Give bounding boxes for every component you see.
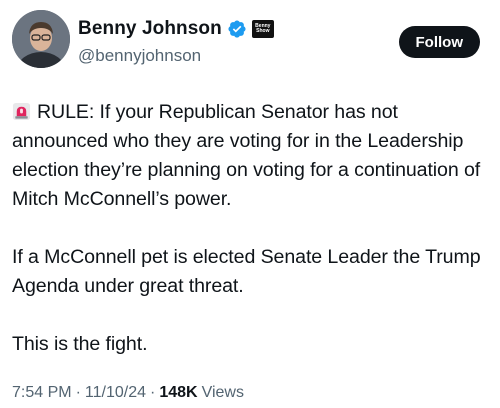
verified-badge-icon [228, 20, 246, 38]
user-handle[interactable]: @bennyjohnson [78, 46, 201, 66]
avatar[interactable] [12, 10, 70, 68]
meta-separator: · [75, 384, 81, 401]
tweet-paragraph-2: If a McConnell pet is elected Senate Lea… [12, 246, 481, 297]
tweet-paragraph-3: This is the fight. [12, 333, 148, 355]
views-label: Views [201, 384, 244, 401]
tweet-paragraph-1: RULE: If your Republican Senator has not… [12, 98, 496, 214]
meta-separator-2: · [150, 384, 156, 401]
tweet-header: Benny Johnson Benny Show @bennyjohnson F… [12, 10, 488, 74]
tweet-time[interactable]: 7:54 PM [12, 384, 72, 402]
follow-button[interactable]: Follow [398, 26, 480, 58]
views-count[interactable]: 148K [159, 384, 197, 402]
tweet-date[interactable]: 11/10/24 [85, 384, 146, 402]
display-name[interactable]: Benny Johnson [78, 18, 222, 40]
affiliation-badge[interactable]: Benny Show [251, 20, 274, 38]
tweet-text: RULE: If your Republican Senator has not… [12, 98, 496, 359]
police-siren-icon [12, 102, 31, 121]
tweet-paragraph-1-text: RULE: If your Republican Senator has not… [12, 101, 481, 210]
name-row: Benny Johnson Benny Show [78, 18, 274, 40]
avatar-portrait-icon [12, 10, 70, 68]
tweet-meta: 7:54 PM · 11/10/24 · 148K Views [12, 384, 244, 402]
